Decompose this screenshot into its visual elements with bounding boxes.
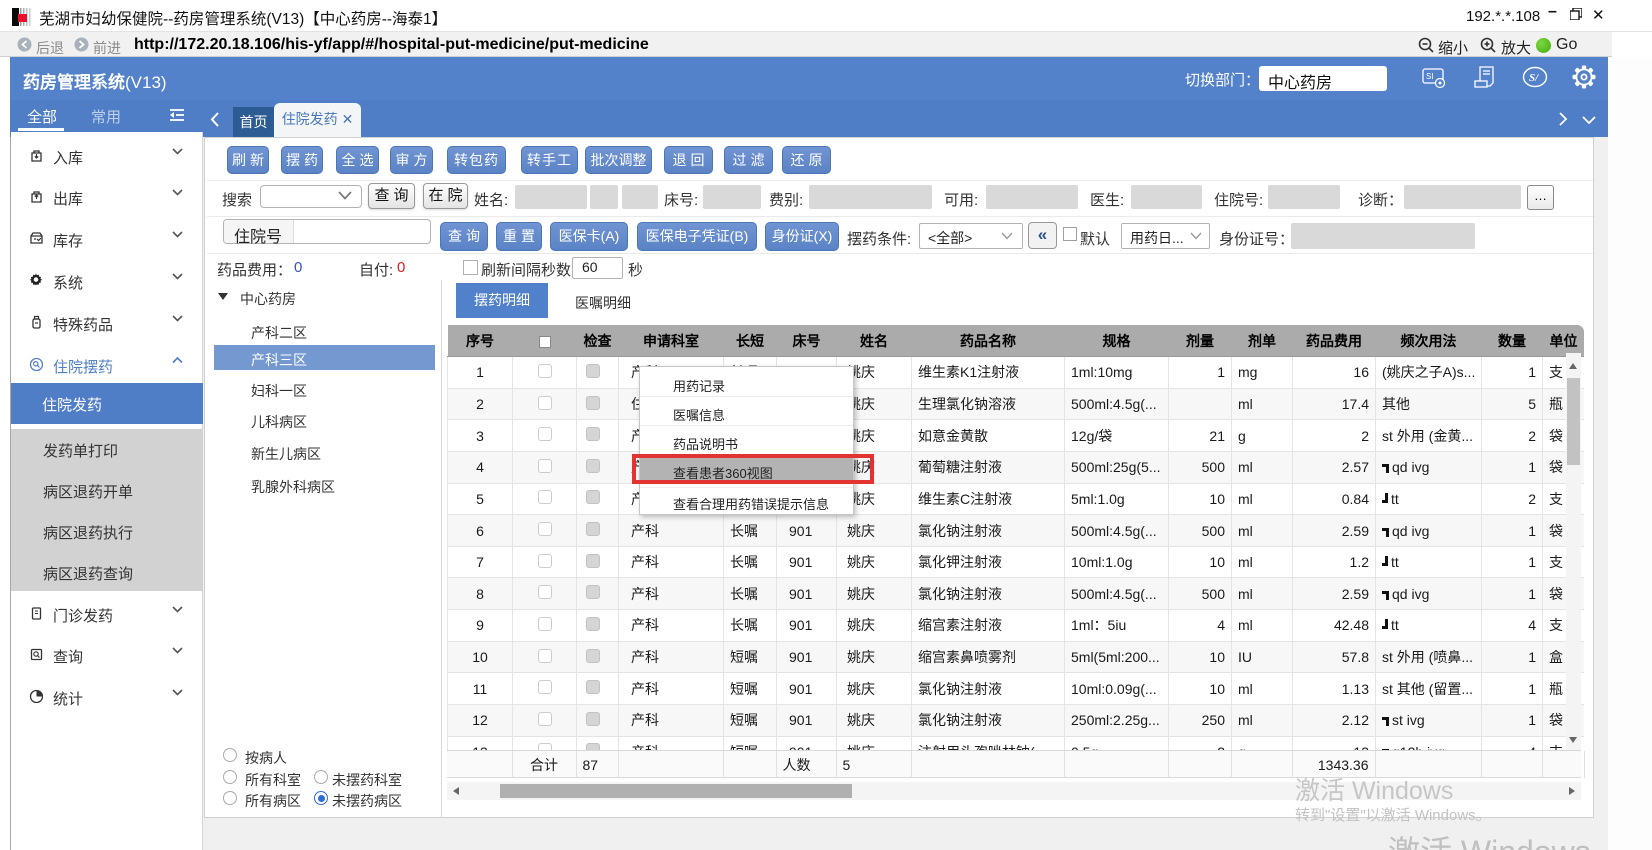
svg-text:S/: S/ bbox=[1529, 72, 1539, 84]
svg-text:SI: SI bbox=[1426, 72, 1434, 81]
